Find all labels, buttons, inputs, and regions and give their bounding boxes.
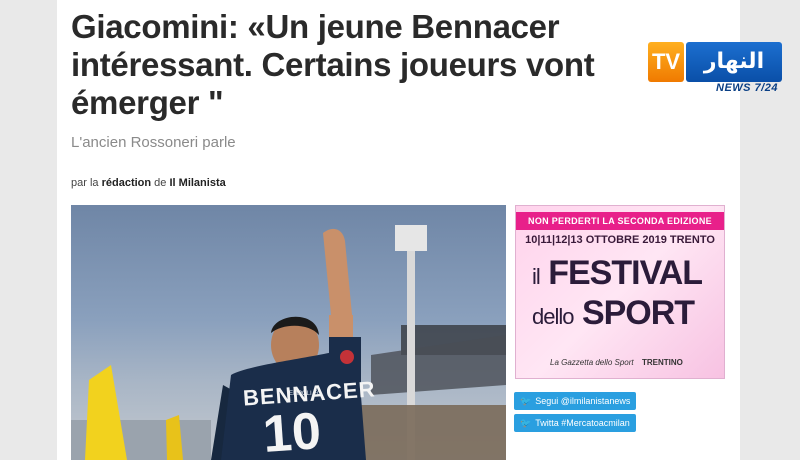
byline-author-link[interactable]: Il Milanista [169,177,225,189]
byline-of: de [154,177,167,189]
logo-arabic-wordmark: النهار [686,42,782,82]
festival-advertisement[interactable]: NON PERDERTI LA SECONDA EDIZIONE 10|11|1… [515,205,725,379]
ad-band-text: NON PERDERTI LA SECONDA EDIZIONE [516,212,724,230]
byline-prefix: par la [71,177,99,189]
ad-title-line1: il FESTIVAL [532,254,703,293]
ad-sponsor-gazzetta: La Gazzetta dello Sport [550,358,634,367]
article-subtitle: L'ancien Rossoneri parle [71,134,236,151]
jersey-number: 10 [261,402,323,460]
logo-news-label: NEWS 7/24 [716,82,778,94]
article-photo: EMPOLI FC BENNACER 10 [71,205,506,460]
ad-title-sport: SPORT [581,294,695,332]
ad-title-il: il [532,264,541,289]
byline-role: rédaction [101,177,152,189]
twitter-bird-icon: 🐦 [520,396,532,406]
article-byline: par la rédaction de Il Milanista [71,177,226,189]
ad-title-festival: FESTIVAL [548,254,703,292]
article-page: Giacomini: «Un jeune Bennacer intéressan… [57,0,740,460]
twitter-bird-icon: 🐦 [520,418,532,428]
ad-dates: 10|11|12|13 OTTOBRE 2019 TRENTO [525,234,715,246]
twitter-follow-button[interactable]: 🐦 Segui @ilmilanistanews [514,392,637,410]
article-headline: Giacomini: «Un jeune Bennacer intéressan… [71,8,595,121]
ad-sponsor-trentino: TRENTINO [642,358,683,367]
ad-title-dello: dello [532,304,574,329]
twitter-follow-label: Segui @ilmilanistanews [535,396,631,406]
twitter-tweet-label: Twitta #Mercatoacmilan [535,418,630,428]
ennahar-tv-logo: TV النهار NEWS 7/24 [648,40,782,94]
twitter-tweet-button[interactable]: 🐦 Twitta #Mercatoacmilan [514,414,636,432]
ad-title-line2: dello SPORT [532,294,695,333]
logo-tv-mark: TV [648,42,684,82]
